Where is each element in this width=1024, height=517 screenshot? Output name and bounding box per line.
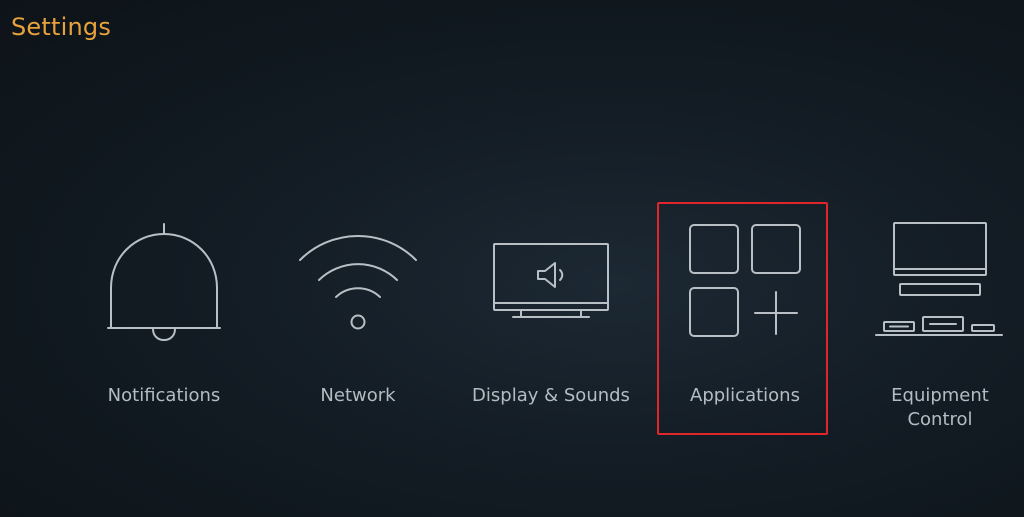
apps-grid-icon — [655, 200, 835, 350]
menu-item-label: Equipment Control — [850, 384, 1024, 432]
menu-item-label: Notifications — [107, 385, 221, 406]
equipment-icon — [850, 200, 1024, 350]
wifi-icon — [268, 200, 448, 350]
menu-item-label: Display & Sounds — [472, 385, 630, 406]
menu-item-notifications[interactable]: Notifications — [74, 200, 254, 440]
menu-item-label-line: Control — [907, 409, 973, 430]
menu-item-network[interactable]: Network — [268, 200, 448, 440]
menu-item-label-line: Equipment — [891, 385, 989, 406]
menu-item-label: Network — [320, 385, 396, 406]
menu-item-applications[interactable]: Applications — [655, 200, 835, 440]
menu-item-display-sounds[interactable]: Display & Sounds — [461, 200, 641, 440]
tv-speaker-icon — [461, 200, 641, 350]
menu-item-label: Applications — [690, 385, 800, 406]
page-title: Settings — [11, 13, 112, 41]
bell-icon — [74, 200, 254, 350]
menu-item-equipment-control[interactable]: Equipment Control — [850, 200, 1024, 440]
